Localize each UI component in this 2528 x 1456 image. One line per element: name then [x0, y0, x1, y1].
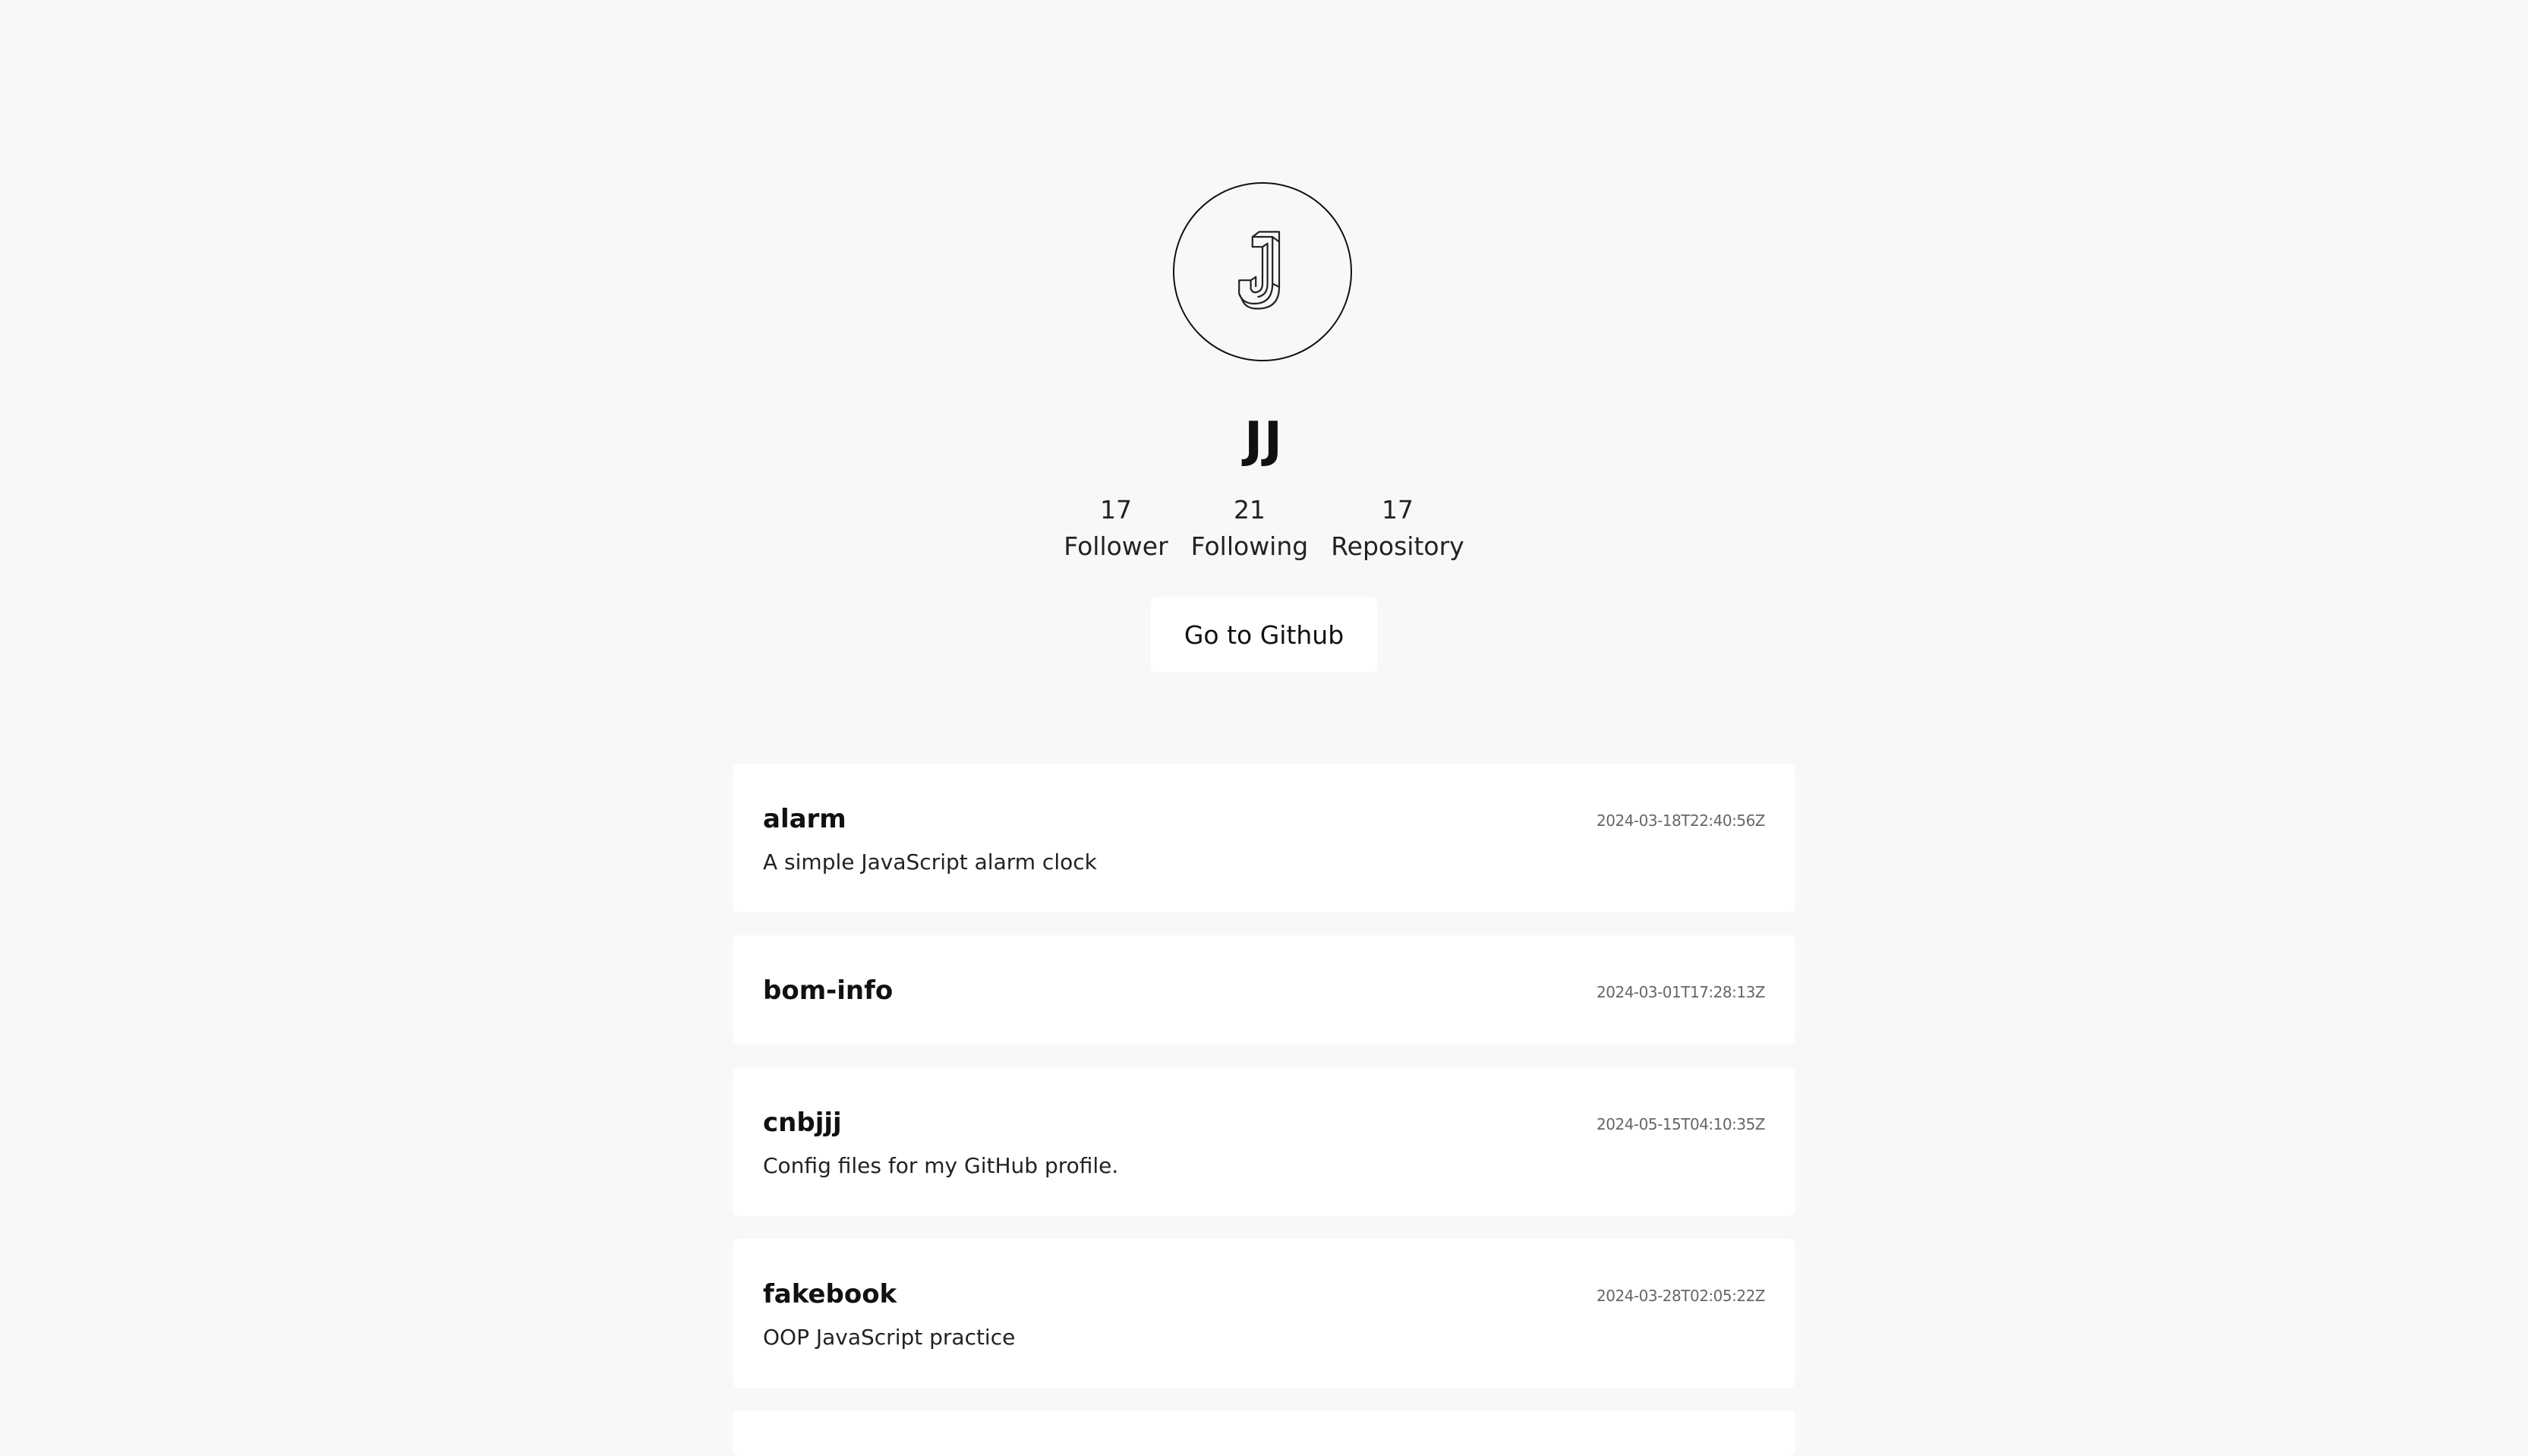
- repo-card-cnbjjj[interactable]: cnbjjj 2024-05-15T04:10:35Z Config files…: [733, 1067, 1795, 1216]
- repo-description: Config files for my GitHub profile.: [763, 1153, 1119, 1178]
- repositories-label: Repository: [1331, 531, 1464, 561]
- repository-list: alarm 2024-03-18T22:40:56Z A simple Java…: [733, 764, 1795, 1456]
- followers-label: Follower: [1064, 531, 1168, 561]
- repo-name[interactable]: bom-info: [763, 972, 893, 1010]
- repo-card-alarm[interactable]: alarm 2024-03-18T22:40:56Z A simple Java…: [733, 764, 1795, 912]
- username: JJ: [1244, 412, 1284, 468]
- repo-card-fakebook[interactable]: fakebook 2024-03-28T02:05:22Z OOP JavaSc…: [733, 1239, 1795, 1388]
- avatar: [1173, 182, 1352, 361]
- following-label: Following: [1190, 531, 1309, 561]
- repo-card-bom-info[interactable]: bom-info 2024-03-01T17:28:13Z: [733, 935, 1795, 1045]
- repo-description: A simple JavaScript alarm clock: [763, 849, 1097, 875]
- profile-section: JJ 17 Follower 21 Following 17 Repositor…: [0, 0, 2528, 683]
- profile-stats: 17 Follower 21 Following 17 Repository: [0, 492, 2528, 565]
- followers-count: 17: [1099, 495, 1132, 525]
- repo-name[interactable]: cnbjjj: [763, 1104, 842, 1142]
- letter-j-3d-icon: [1221, 228, 1304, 315]
- repo-name[interactable]: fakebook: [763, 1275, 897, 1313]
- repo-card-partial[interactable]: [733, 1410, 1795, 1456]
- stat-following: 21 Following: [1191, 492, 1309, 565]
- repo-updated-date: 2024-05-15T04:10:35Z: [1597, 1115, 1765, 1133]
- repo-description: OOP JavaScript practice: [763, 1325, 1016, 1350]
- stat-repositories: 17 Repository: [1331, 492, 1464, 565]
- stat-followers: 17 Follower: [1064, 492, 1168, 565]
- repo-updated-date: 2024-03-28T02:05:22Z: [1597, 1287, 1765, 1305]
- repo-updated-date: 2024-03-01T17:28:13Z: [1597, 983, 1765, 1001]
- following-count: 21: [1233, 495, 1266, 525]
- repo-name[interactable]: alarm: [763, 800, 846, 838]
- repositories-count: 17: [1381, 495, 1414, 525]
- go-to-github-button[interactable]: Go to Github: [1151, 597, 1377, 673]
- repo-updated-date: 2024-03-18T22:40:56Z: [1597, 812, 1765, 830]
